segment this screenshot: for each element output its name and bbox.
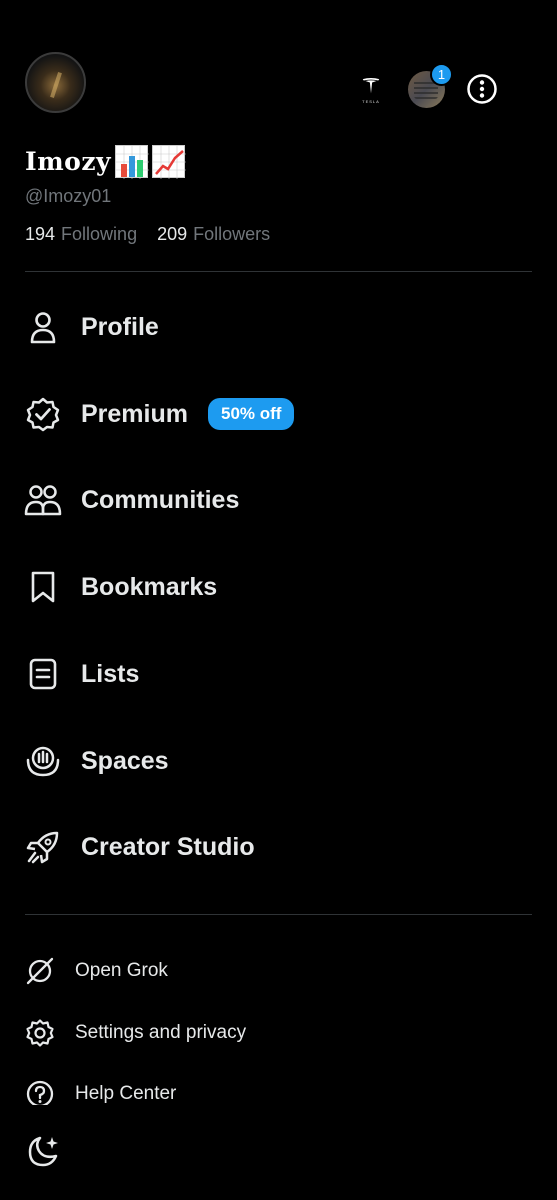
display-name[interactable]: Imozy bbox=[25, 143, 187, 179]
profile-avatar[interactable] bbox=[25, 52, 86, 113]
rocket-icon bbox=[24, 828, 62, 866]
notification-badge: 1 bbox=[430, 63, 453, 86]
header-divider bbox=[25, 271, 532, 272]
switch-account-avatar[interactable]: 1 bbox=[408, 63, 453, 108]
drawer-header: TESLA 1 Imozy @Imozy01 194 Following 209… bbox=[0, 0, 557, 270]
menu-label-lists: Lists bbox=[81, 659, 140, 688]
menu-label-help-center: Help Center bbox=[75, 1083, 177, 1104]
menu-item-lists[interactable]: Lists bbox=[0, 644, 557, 704]
moon-sparkle-icon bbox=[28, 1136, 58, 1167]
menu-label-creator-studio: Creator Studio bbox=[81, 832, 255, 861]
menu-item-premium[interactable]: Premium 50% off bbox=[0, 384, 557, 444]
person-icon bbox=[24, 308, 62, 346]
followers-count[interactable]: 209 bbox=[157, 224, 187, 245]
menu-label-premium: Premium bbox=[81, 399, 188, 428]
following-count[interactable]: 194 bbox=[25, 224, 55, 245]
menu-item-creator-studio[interactable]: Creator Studio bbox=[0, 817, 557, 877]
menu-item-help-center[interactable]: Help Center bbox=[0, 1075, 557, 1105]
list-document-icon bbox=[24, 655, 62, 693]
people-icon bbox=[24, 481, 62, 519]
bar-chart-emoji bbox=[115, 144, 150, 179]
menu-item-bookmarks[interactable]: Bookmarks bbox=[0, 557, 557, 617]
scroll-clip: Help Center bbox=[0, 1075, 557, 1105]
gear-icon bbox=[24, 1017, 56, 1049]
menu-item-settings[interactable]: Settings and privacy bbox=[0, 1011, 557, 1055]
verified-badge-icon bbox=[24, 395, 62, 433]
spaces-microphone-icon bbox=[24, 742, 62, 780]
tesla-label: TESLA bbox=[362, 98, 380, 104]
display-mode-button[interactable] bbox=[24, 1133, 62, 1171]
more-vertical-icon bbox=[467, 74, 497, 104]
help-circle-icon bbox=[24, 1078, 56, 1105]
tesla-logo-icon bbox=[362, 77, 380, 93]
menu-label-profile: Profile bbox=[81, 312, 159, 341]
more-options-button[interactable] bbox=[466, 73, 498, 105]
followers-label[interactable]: Followers bbox=[193, 224, 270, 245]
bookmark-icon bbox=[24, 568, 62, 606]
profile-handle: @Imozy01 bbox=[25, 186, 112, 206]
menu-divider bbox=[25, 914, 532, 915]
display-name-text: Imozy bbox=[25, 146, 112, 176]
menu-item-profile[interactable]: Profile bbox=[0, 297, 557, 357]
menu-label-communities: Communities bbox=[81, 485, 240, 514]
menu-label-bookmarks: Bookmarks bbox=[81, 572, 218, 601]
menu-item-communities[interactable]: Communities bbox=[0, 470, 557, 530]
premium-discount-badge[interactable]: 50% off bbox=[208, 398, 295, 430]
grok-icon bbox=[24, 955, 56, 987]
menu-item-spaces[interactable]: Spaces bbox=[0, 731, 557, 791]
menu-label-spaces: Spaces bbox=[81, 746, 169, 775]
follow-counts: 194 Following 209 Followers bbox=[25, 224, 270, 245]
menu-label-settings: Settings and privacy bbox=[75, 1022, 247, 1043]
following-label[interactable]: Following bbox=[61, 224, 137, 245]
chart-increasing-emoji bbox=[152, 144, 187, 179]
menu-item-open-grok[interactable]: Open Grok bbox=[0, 949, 557, 993]
menu-label-open-grok: Open Grok bbox=[75, 960, 168, 981]
tesla-account-avatar[interactable]: TESLA bbox=[352, 70, 390, 108]
